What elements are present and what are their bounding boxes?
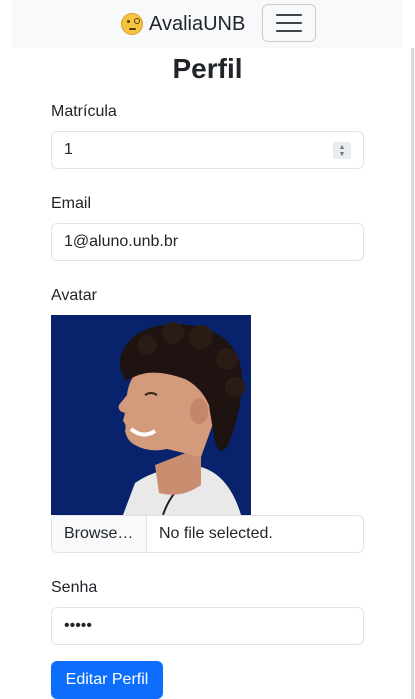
avatar-file-input[interactable]: Browse… No file selected. [51,515,364,553]
edit-profile-button[interactable]: Editar Perfil [51,661,163,699]
matricula-label: Matrícula [51,103,117,120]
monocle-face-icon [121,13,143,35]
page-edge [411,48,414,699]
senha-input[interactable]: ••••• [51,607,364,645]
avatar-image [51,315,251,515]
browse-button[interactable]: Browse… [52,516,147,552]
email-input[interactable]: 1@aluno.unb.br [51,223,364,261]
hamburger-icon [276,14,302,16]
brand-text: AvaliaUNB [149,12,246,35]
senha-label: Senha [51,579,98,596]
page-title: Perfil [172,53,243,84]
email-value: 1@aluno.unb.br [64,233,179,250]
matricula-input[interactable]: 1 ▲ ▼ [51,131,364,169]
hamburger-icon-bar [276,22,302,24]
file-status-text: No file selected. [159,525,273,542]
matricula-value: 1 [64,141,73,158]
avatar-label: Avatar [51,287,97,304]
brand-link[interactable]: AvaliaUNB [121,10,245,38]
email-label: Email [51,195,92,212]
navbar: AvaliaUNB [12,0,403,48]
hamburger-icon-bar [276,30,302,32]
chevron-up-icon[interactable]: ▲ [339,144,346,151]
avatar-portrait [51,315,251,515]
chevron-down-icon[interactable]: ▼ [339,151,346,158]
senha-value: ••••• [64,617,93,634]
navbar-toggler-button[interactable] [262,4,316,42]
number-spinner[interactable]: ▲ ▼ [333,142,351,159]
